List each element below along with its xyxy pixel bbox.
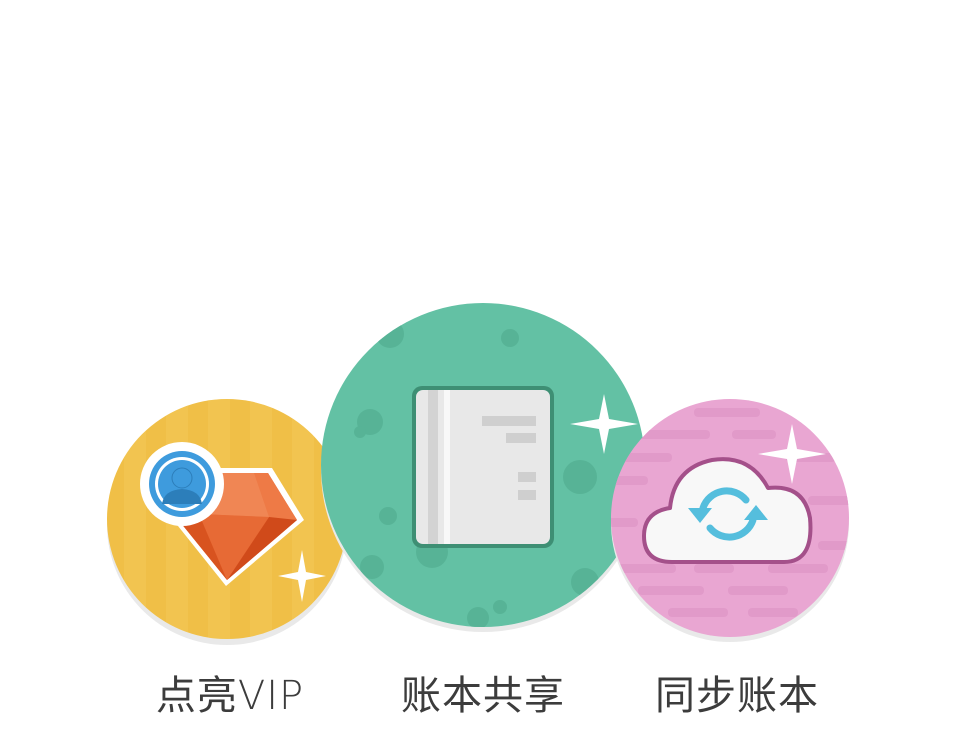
share-label: 账本共享 bbox=[401, 673, 565, 719]
vip-label: 点亮VIP bbox=[155, 673, 305, 719]
sync-label: 同步账本 bbox=[655, 673, 819, 719]
vip-circle[interactable] bbox=[104, 396, 350, 646]
user-badge-icon bbox=[140, 442, 224, 526]
sync-circle[interactable] bbox=[608, 396, 852, 644]
share-circle[interactable] bbox=[320, 302, 650, 636]
book-icon bbox=[412, 386, 554, 548]
